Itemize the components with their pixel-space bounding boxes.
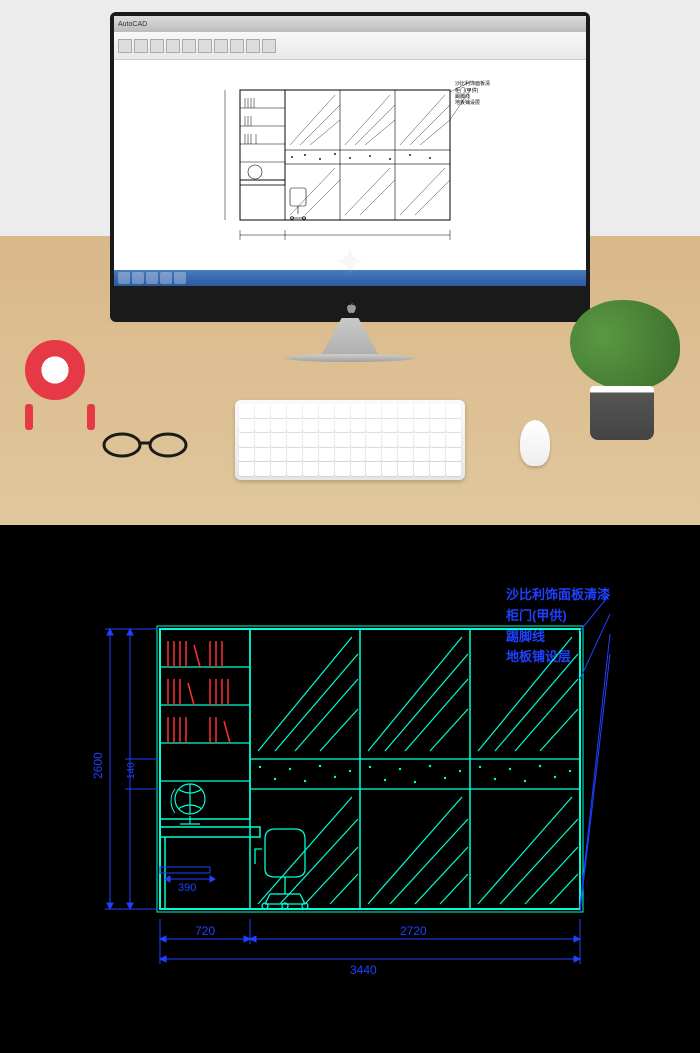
- cad-raw-view: 沙比利饰面板清漆 柜门(甲供) 踢脚线 地板铺设层: [0, 525, 700, 1053]
- dim-label: 140: [126, 762, 137, 779]
- monitor-screen: AutoCAD: [114, 16, 586, 286]
- svg-text:踢脚线: 踢脚线: [455, 93, 470, 100]
- plant-prop: [570, 300, 680, 440]
- dim-label: 390: [178, 882, 196, 894]
- cad-title-bar[interactable]: AutoCAD: [114, 16, 586, 32]
- cad-elevation-drawing-dark: 720 2720 3440 390 2600: [70, 579, 630, 999]
- monitor-stand: [322, 318, 378, 354]
- alarm-clock-prop: [25, 340, 95, 430]
- svg-text:地板铺设层: 地板铺设层: [455, 99, 480, 106]
- ribbon-button[interactable]: [166, 39, 180, 53]
- dim-label: 2600: [91, 752, 105, 779]
- ribbon-button[interactable]: [230, 39, 244, 53]
- cad-elevation-drawing-light: 沙比利饰面板清漆 柜门(甲供) 踢脚线 地板铺设层: [210, 80, 490, 250]
- taskbar-app[interactable]: [174, 272, 186, 284]
- taskbar-app[interactable]: [160, 272, 172, 284]
- ribbon-button[interactable]: [134, 39, 148, 53]
- dim-label: 720: [195, 924, 215, 938]
- ribbon-button[interactable]: [262, 39, 276, 53]
- ribbon-button[interactable]: [182, 39, 196, 53]
- svg-text:柜门(甲供): 柜门(甲供): [455, 87, 479, 94]
- cad-ribbon-toolbar[interactable]: [114, 32, 586, 60]
- ribbon-button[interactable]: [198, 39, 212, 53]
- start-button[interactable]: [118, 272, 130, 284]
- apple-logo-icon: [343, 302, 357, 316]
- keyboard-prop: [235, 400, 465, 480]
- ribbon-button[interactable]: [118, 39, 132, 53]
- ribbon-button[interactable]: [214, 39, 228, 53]
- monitor-foot: [285, 354, 415, 362]
- desk-scene-mockup: AutoCAD: [0, 0, 700, 525]
- dim-label: 2720: [400, 924, 427, 938]
- windows-taskbar[interactable]: [114, 270, 586, 286]
- monitor-frame: AutoCAD: [110, 12, 590, 322]
- cad-canvas[interactable]: 沙比利饰面板清漆 柜门(甲供) 踢脚线 地板铺设层: [114, 60, 586, 270]
- mouse-prop: [520, 420, 550, 466]
- taskbar-app[interactable]: [132, 272, 144, 284]
- ribbon-button[interactable]: [150, 39, 164, 53]
- ribbon-button[interactable]: [246, 39, 260, 53]
- app-title: AutoCAD: [118, 21, 147, 28]
- annotation-text: 沙比利饰面板清漆: [455, 80, 490, 87]
- eyeglasses-prop: [100, 430, 190, 460]
- dim-label: 3440: [350, 963, 377, 977]
- taskbar-app[interactable]: [146, 272, 158, 284]
